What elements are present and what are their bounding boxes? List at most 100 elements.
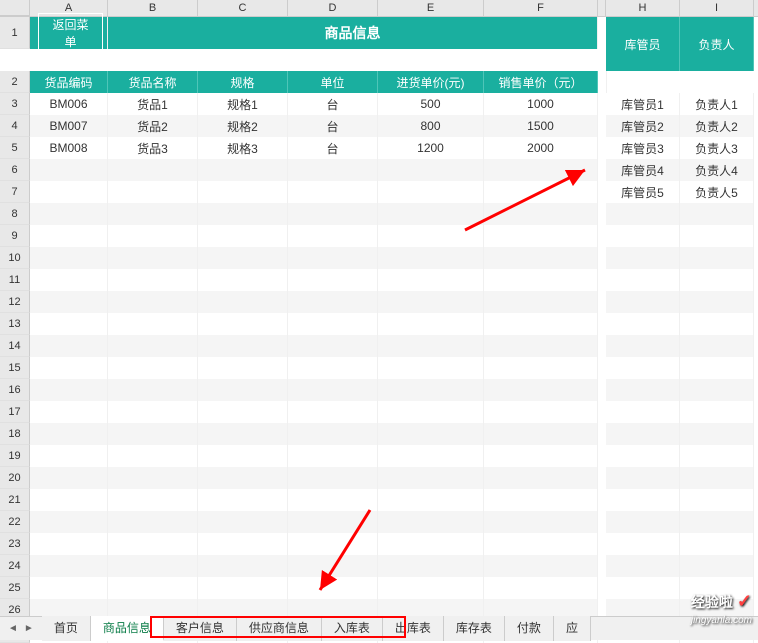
- cell-name[interactable]: [108, 577, 198, 599]
- cell-owner[interactable]: [680, 401, 754, 423]
- col-header-C[interactable]: C: [198, 0, 288, 16]
- cell-buy[interactable]: [378, 379, 484, 401]
- cell-code[interactable]: [30, 225, 108, 247]
- cell-unit[interactable]: [288, 511, 378, 533]
- tab-prev-icon[interactable]: ◄: [8, 623, 18, 634]
- cell-name[interactable]: 货品1: [108, 93, 198, 115]
- col-header-I[interactable]: I: [680, 0, 754, 16]
- cell-owner[interactable]: [680, 533, 754, 555]
- row-header-8[interactable]: 8: [0, 203, 30, 225]
- cell-code[interactable]: BM007: [30, 115, 108, 137]
- cell-unit[interactable]: [288, 467, 378, 489]
- cell-sell[interactable]: 1500: [484, 115, 598, 137]
- row-header-1[interactable]: 1: [0, 17, 30, 49]
- cell-sell[interactable]: [484, 335, 598, 357]
- sheet-tab-1[interactable]: 商品信息: [91, 616, 164, 641]
- cell-keeper[interactable]: [606, 533, 680, 555]
- cell-unit[interactable]: [288, 159, 378, 181]
- row-header-17[interactable]: 17: [0, 401, 30, 423]
- cell-code[interactable]: [30, 313, 108, 335]
- row-header-25[interactable]: 25: [0, 577, 30, 599]
- row-header-14[interactable]: 14: [0, 335, 30, 357]
- row-header-23[interactable]: 23: [0, 533, 30, 555]
- cell-buy[interactable]: [378, 313, 484, 335]
- cell-sell[interactable]: [484, 423, 598, 445]
- cell-spec[interactable]: [198, 269, 288, 291]
- row-header-5[interactable]: 5: [0, 137, 30, 159]
- cell-keeper[interactable]: [606, 577, 680, 599]
- cell-spec[interactable]: [198, 577, 288, 599]
- cell-name[interactable]: [108, 313, 198, 335]
- return-button[interactable]: 返回菜单: [38, 13, 103, 53]
- cell-sell[interactable]: 2000: [484, 137, 598, 159]
- cell-spec[interactable]: [198, 401, 288, 423]
- cell-owner[interactable]: [680, 445, 754, 467]
- cell-keeper[interactable]: 库管员3: [606, 137, 680, 159]
- cell-owner[interactable]: [680, 203, 754, 225]
- cell-sell[interactable]: [484, 247, 598, 269]
- cell-sell[interactable]: [484, 467, 598, 489]
- cell-spec[interactable]: 规格3: [198, 137, 288, 159]
- cell-name[interactable]: [108, 423, 198, 445]
- row-header-13[interactable]: 13: [0, 313, 30, 335]
- cell-owner[interactable]: 负责人1: [680, 93, 754, 115]
- cell-sell[interactable]: [484, 291, 598, 313]
- row-header-15[interactable]: 15: [0, 357, 30, 379]
- cell-code[interactable]: [30, 269, 108, 291]
- cell-code[interactable]: [30, 291, 108, 313]
- cell-name[interactable]: [108, 181, 198, 203]
- cell-spec[interactable]: [198, 555, 288, 577]
- cell-owner[interactable]: [680, 313, 754, 335]
- cell-keeper[interactable]: [606, 379, 680, 401]
- cell-unit[interactable]: [288, 445, 378, 467]
- cell-unit[interactable]: [288, 335, 378, 357]
- cell-name[interactable]: [108, 379, 198, 401]
- col-header-D[interactable]: D: [288, 0, 378, 16]
- row-header-19[interactable]: 19: [0, 445, 30, 467]
- cell-keeper[interactable]: [606, 445, 680, 467]
- cell-keeper[interactable]: [606, 555, 680, 577]
- cell-code[interactable]: [30, 555, 108, 577]
- cell-keeper[interactable]: [606, 467, 680, 489]
- cell-unit[interactable]: [288, 291, 378, 313]
- sheet-tab-5[interactable]: 出库表: [383, 616, 444, 641]
- cell-sell[interactable]: [484, 181, 598, 203]
- cell-buy[interactable]: [378, 577, 484, 599]
- cell-unit[interactable]: [288, 423, 378, 445]
- cell-owner[interactable]: [680, 555, 754, 577]
- cell-keeper[interactable]: 库管员4: [606, 159, 680, 181]
- cell-code[interactable]: [30, 423, 108, 445]
- cell-unit[interactable]: [288, 203, 378, 225]
- cell-code[interactable]: [30, 467, 108, 489]
- row-header-3[interactable]: 3: [0, 93, 30, 115]
- cell-owner[interactable]: [680, 489, 754, 511]
- cell-buy[interactable]: 1200: [378, 137, 484, 159]
- cell-spec[interactable]: [198, 467, 288, 489]
- cell-name[interactable]: [108, 489, 198, 511]
- cell-code[interactable]: [30, 335, 108, 357]
- row-header-20[interactable]: 20: [0, 467, 30, 489]
- sheet-tab-4[interactable]: 入库表: [322, 616, 383, 641]
- cell-spec[interactable]: [198, 489, 288, 511]
- cell-buy[interactable]: [378, 159, 484, 181]
- row-header-7[interactable]: 7: [0, 181, 30, 203]
- cell-unit[interactable]: 台: [288, 115, 378, 137]
- cell-sell[interactable]: [484, 357, 598, 379]
- cell-sell[interactable]: [484, 555, 598, 577]
- cell-code[interactable]: [30, 379, 108, 401]
- cell-code[interactable]: [30, 577, 108, 599]
- cell-owner[interactable]: [680, 379, 754, 401]
- cell-keeper[interactable]: [606, 291, 680, 313]
- cell-owner[interactable]: [680, 511, 754, 533]
- cell-name[interactable]: [108, 401, 198, 423]
- cell-code[interactable]: [30, 203, 108, 225]
- cell-sell[interactable]: [484, 379, 598, 401]
- row-header-6[interactable]: 6: [0, 159, 30, 181]
- cell-buy[interactable]: [378, 555, 484, 577]
- cell-keeper[interactable]: 库管员2: [606, 115, 680, 137]
- cell-name[interactable]: [108, 467, 198, 489]
- cell-code[interactable]: [30, 357, 108, 379]
- cell-sell[interactable]: [484, 533, 598, 555]
- cell-name[interactable]: [108, 533, 198, 555]
- cell-buy[interactable]: [378, 225, 484, 247]
